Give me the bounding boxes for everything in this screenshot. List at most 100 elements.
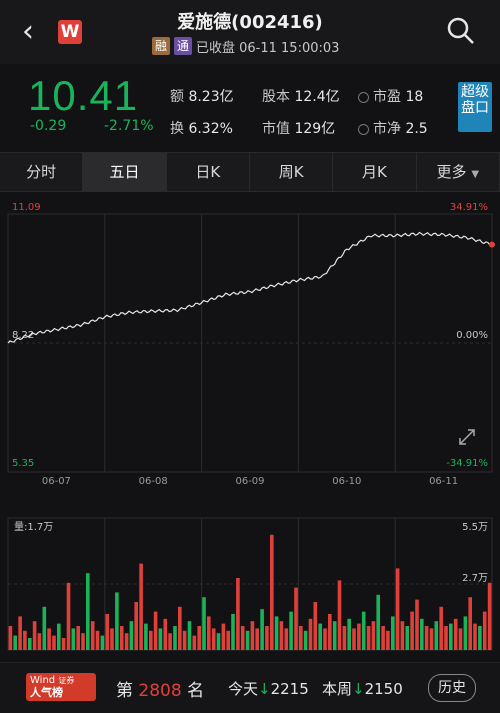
volume-bar	[468, 597, 472, 650]
volume-bar	[66, 582, 71, 650]
x-tick-label: 06-11	[429, 476, 458, 487]
back-icon[interactable]: ‹	[22, 14, 52, 50]
super-depth-button[interactable]: 超级盘口	[458, 82, 492, 132]
connect-tag: 通	[174, 37, 192, 55]
volume-bar	[284, 628, 289, 650]
amount-stat: 额 8.23亿	[170, 89, 234, 105]
volume-bar	[415, 599, 419, 650]
volume-bar	[13, 635, 17, 650]
status-row: 融 通 已收盘 06-11 15:00:03	[152, 36, 339, 56]
volume-bar	[381, 626, 385, 650]
volume-bar	[424, 626, 429, 650]
volume-bar	[71, 628, 76, 650]
volume-bar	[347, 618, 351, 650]
volume-bar	[197, 626, 201, 650]
volume-bar	[52, 635, 56, 650]
volume-bar	[119, 626, 124, 650]
tab-monthly-k[interactable]: 月K	[333, 153, 417, 191]
search-icon[interactable]	[446, 16, 476, 46]
chevron-down-icon: ▼	[471, 169, 480, 180]
volume-bar	[357, 623, 361, 650]
volume-bar	[255, 628, 259, 650]
volume-bar	[236, 578, 240, 650]
tab-more[interactable]: 更多 ▼	[417, 153, 500, 191]
volume-bar	[76, 626, 80, 650]
volume-bar	[313, 602, 318, 650]
volume-bar	[458, 628, 463, 650]
volume-bar	[110, 628, 114, 650]
volume-bar	[328, 614, 332, 650]
tab-daily-k[interactable]: 日K	[167, 153, 250, 191]
volume-bar	[444, 626, 448, 650]
wind-brand: Wind	[30, 675, 56, 686]
volume-bar	[482, 611, 487, 650]
history-button[interactable]: 历史	[428, 674, 476, 702]
volume-bar	[323, 628, 327, 650]
volume-bar	[207, 616, 211, 650]
volume-bar	[463, 616, 468, 650]
wind-popularity-badge[interactable]: Wind 证券 人气榜	[26, 673, 96, 701]
volume-bar	[265, 626, 269, 650]
volume-mid-label: 2.7万	[462, 573, 488, 584]
volume-bar	[386, 630, 390, 650]
price-change: -0.29	[30, 118, 67, 134]
volume-bar	[47, 628, 51, 650]
volume-bar	[439, 606, 443, 650]
volume-bar	[139, 563, 143, 650]
volume-bar	[100, 635, 105, 650]
share-capital-stat: 股本 12.4亿	[262, 89, 340, 105]
volume-bar	[342, 626, 347, 650]
pct-zero-label: 0.00%	[456, 330, 488, 341]
volume-bar	[153, 611, 158, 650]
volume-bar	[337, 580, 342, 650]
wind-logo-icon[interactable]: W	[58, 20, 82, 44]
volume-bar	[449, 623, 453, 650]
tab-intraday[interactable]: 分时	[0, 153, 84, 191]
down-arrow-icon: ↓	[352, 680, 365, 698]
volume-bar	[115, 592, 119, 650]
x-tick-label: 06-08	[139, 476, 168, 487]
volume-bar	[453, 618, 458, 650]
volume-bar	[240, 626, 245, 650]
volume-bar	[400, 621, 405, 650]
last-price-dot	[489, 241, 495, 248]
price-line	[7, 231, 493, 344]
volume-bar	[221, 623, 226, 650]
volume-bar	[361, 611, 366, 650]
volume-bar	[149, 630, 153, 650]
volume-bar	[28, 638, 32, 650]
volume-bar	[478, 626, 482, 650]
volume-bar	[81, 633, 85, 650]
volume-bar	[178, 606, 182, 650]
fullscreen-icon[interactable]	[459, 429, 475, 445]
last-price: 10.41	[28, 72, 139, 119]
volume-bar	[429, 628, 434, 650]
volume-bar	[86, 573, 90, 650]
margin-tag: 融	[152, 37, 170, 55]
volume-bar	[182, 630, 187, 650]
volume-bar	[366, 626, 371, 650]
volume-bar	[231, 614, 235, 650]
pe-stat[interactable]: 市盈 18	[358, 86, 423, 106]
tab-weekly-k[interactable]: 周K	[250, 153, 334, 191]
five-day-chart[interactable]: 11.095.358.2234.91%0.00%-34.91%06-07 06-0…	[0, 192, 500, 508]
turnover-stat: 换 6.32%	[170, 121, 233, 137]
tab-five-day[interactable]: 五日	[83, 153, 167, 191]
x-tick-label: 06-10	[332, 476, 361, 487]
volume-bar	[57, 623, 61, 650]
volume-bar	[134, 602, 138, 650]
volume-bar	[245, 630, 250, 650]
volume-bar	[270, 534, 274, 650]
volume-bar	[226, 630, 230, 650]
pb-stat[interactable]: 市净 2.5	[358, 118, 428, 138]
volume-bar	[308, 618, 313, 650]
volume-bar	[289, 611, 293, 650]
volume-bar	[23, 630, 27, 650]
volume-bar	[18, 616, 22, 650]
y-low-label: 5.35	[12, 458, 34, 469]
volume-bar	[279, 621, 284, 650]
volume-bar	[303, 630, 308, 650]
volume-bar	[144, 623, 148, 650]
volume-bar	[434, 621, 439, 650]
info-icon	[358, 123, 369, 135]
